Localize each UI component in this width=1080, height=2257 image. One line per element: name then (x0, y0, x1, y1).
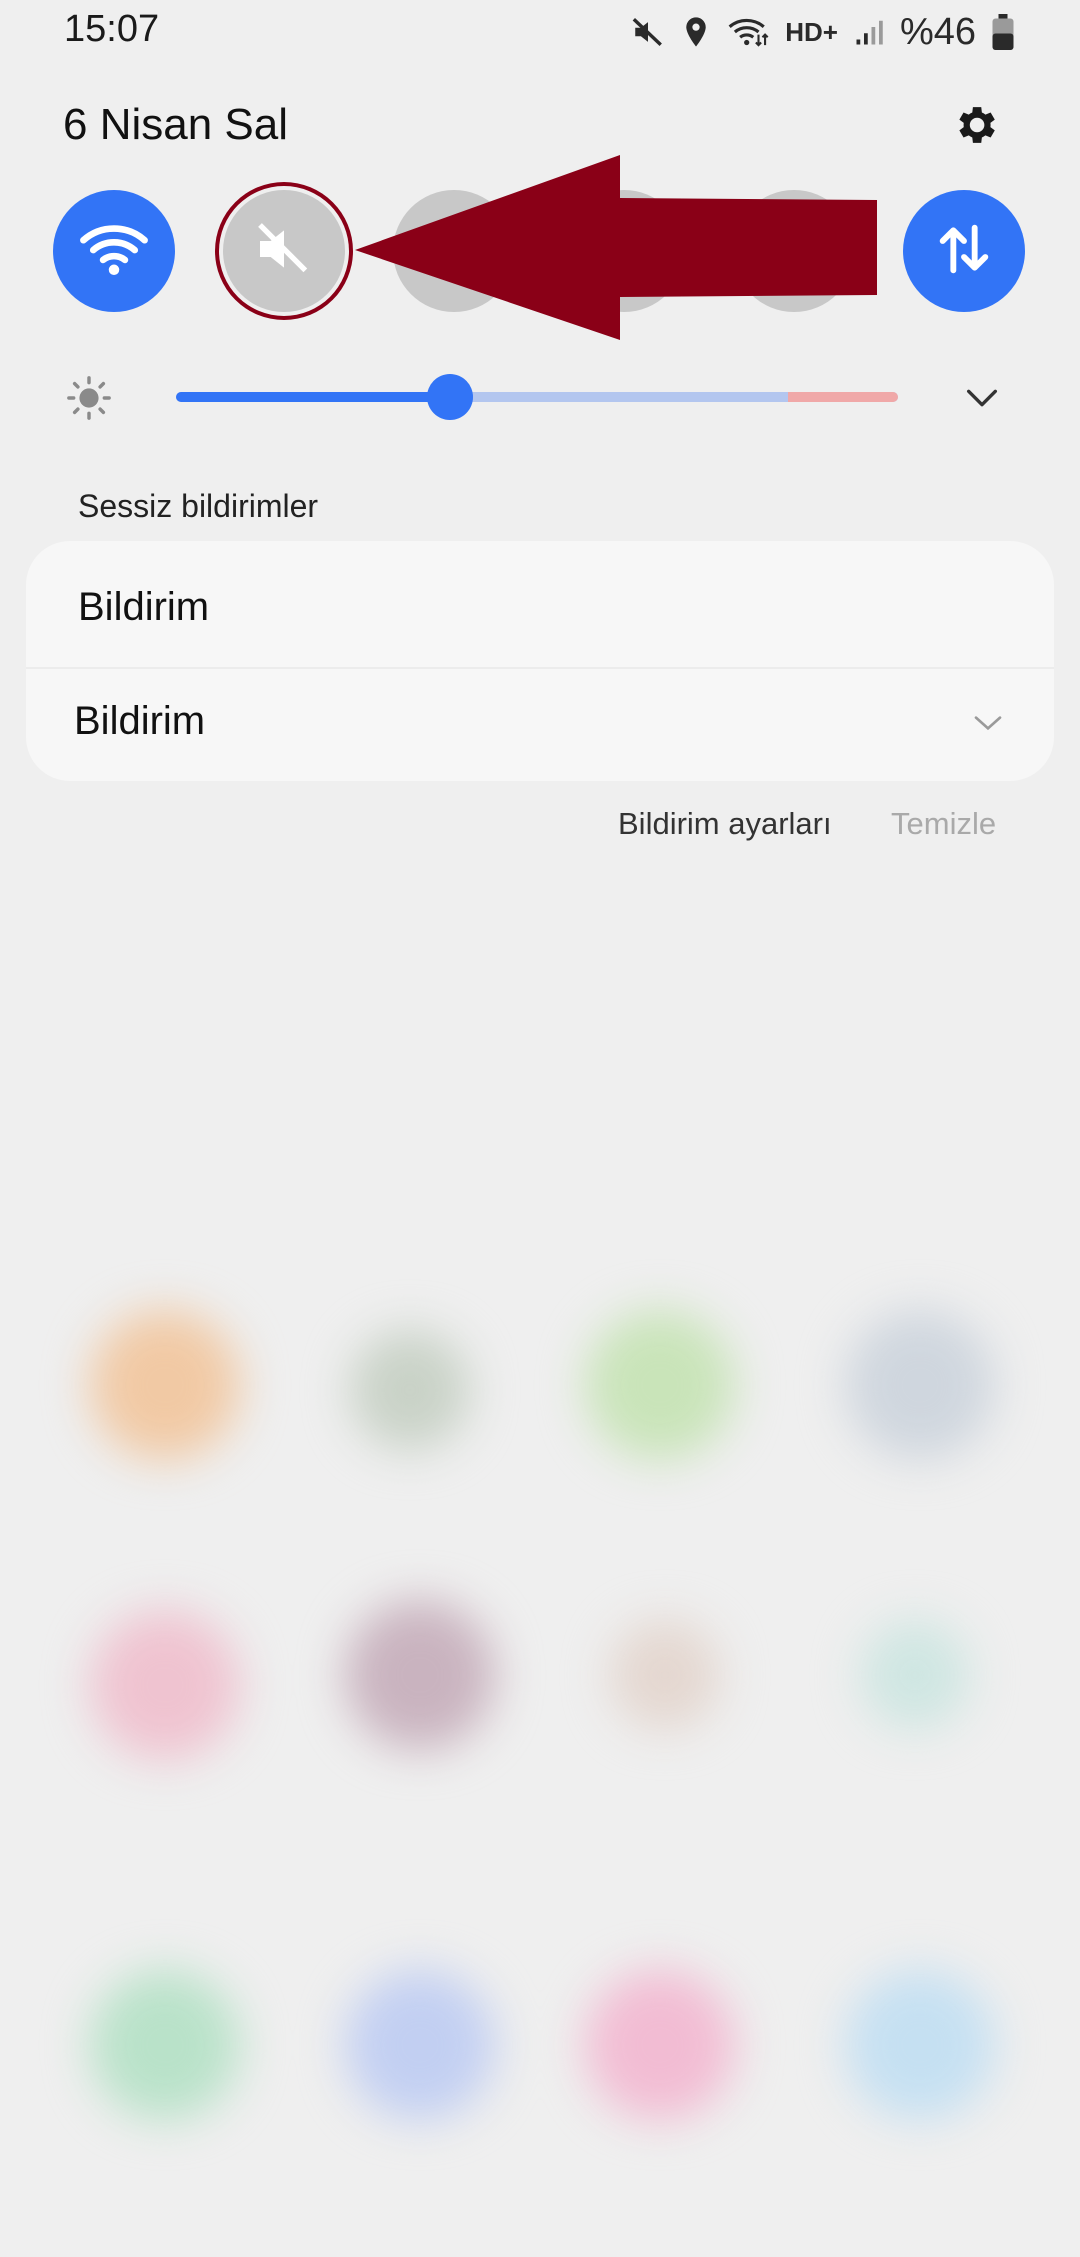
sun-icon (66, 375, 112, 421)
data-arrows-icon (932, 217, 996, 286)
notification-title: Bildirim (78, 584, 210, 629)
status-time: 15:07 (64, 8, 160, 50)
network-label: HD+ (785, 16, 838, 47)
notification-card: Bildirim Bildirim (26, 541, 1054, 781)
wifi-data-icon (727, 15, 769, 49)
notification-item[interactable]: Bildirim (26, 663, 1054, 779)
mute-icon (631, 15, 665, 49)
mobile-data-toggle[interactable] (903, 190, 1025, 312)
sound-toggle[interactable] (223, 190, 345, 312)
notification-item[interactable]: Bildirim (26, 549, 1054, 665)
notification-title: Bildirim (74, 698, 206, 743)
mute-icon (252, 217, 316, 286)
brightness-slider[interactable] (176, 392, 898, 402)
brightness-high-zone (788, 392, 898, 402)
panel-date: 6 Nisan Sal (63, 100, 289, 149)
clear-button[interactable]: Temizle (891, 806, 996, 842)
notification-panel: 15:07 HD+ %46 6 Nisan Sal Sessiz bildiri… (0, 0, 1080, 2257)
notification-settings-button[interactable]: Bildirim ayarları (618, 806, 832, 842)
signal-icon (854, 16, 884, 48)
gear-icon[interactable] (950, 100, 1000, 150)
wifi-icon (79, 219, 149, 284)
battery-text: %46 (899, 10, 976, 53)
brightness-fill (176, 392, 451, 402)
chevron-down-icon[interactable] (972, 711, 1004, 735)
wifi-toggle[interactable] (53, 190, 175, 312)
status-icons: HD+ %46 (631, 10, 1014, 54)
blurred-home-screen (0, 1250, 1080, 2250)
chevron-down-icon[interactable] (960, 378, 1004, 418)
battery-icon (992, 14, 1014, 50)
annotation-arrow (355, 155, 877, 340)
brightness-thumb[interactable] (427, 374, 474, 420)
location-icon (681, 15, 711, 49)
section-title: Sessiz bildirimler (78, 488, 319, 524)
